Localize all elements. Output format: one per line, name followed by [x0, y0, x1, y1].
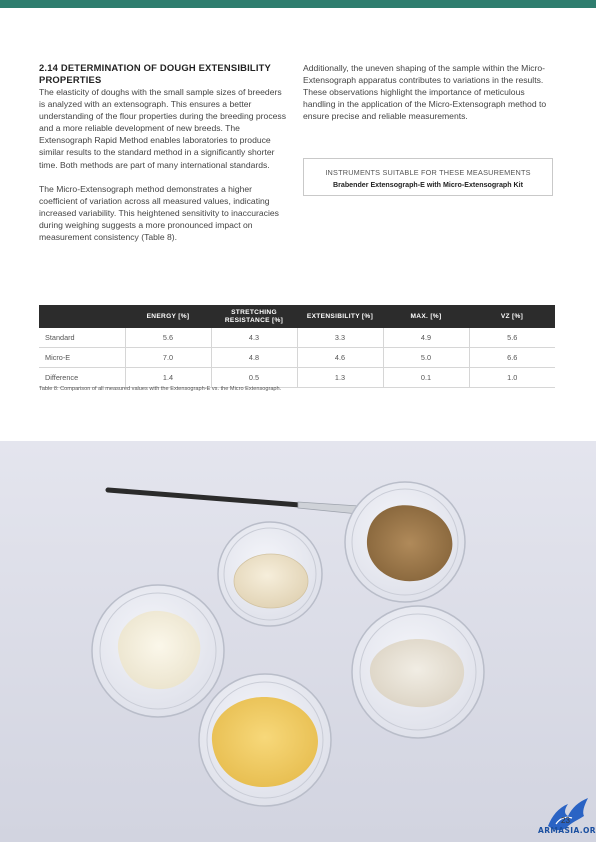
table-cell: 5.0 — [383, 347, 470, 368]
table-cell: Micro-E — [39, 347, 126, 368]
flour-samples-photo — [0, 441, 596, 842]
table-cell: 7.0 — [125, 347, 212, 368]
table-cell: 4.6 — [297, 347, 384, 368]
table-cell: Standard — [39, 328, 126, 348]
brown-flour-dish — [344, 481, 466, 603]
table-cell: 1.4 — [125, 367, 212, 388]
white-flour-dish — [91, 584, 225, 718]
instruments-item: Brabender Extensograph-E with Micro-Exte… — [333, 181, 523, 189]
table-row: Standard 5.6 4.3 3.3 4.9 5.6 — [39, 328, 555, 348]
section-title: 2.14 DETERMINATION OF DOUGH EXTENSIBILIT… — [39, 62, 271, 85]
page-number: 23 — [561, 816, 570, 825]
left-column: 2.14 DETERMINATION OF DOUGH EXTENSIBILIT… — [39, 62, 289, 243]
table-cell: 5.6 — [125, 328, 212, 348]
instruments-box: INSTRUMENTS SUITABLE FOR THESE MEASUREME… — [303, 158, 553, 196]
table-row: Difference 1.4 0.5 1.3 0.1 1.0 — [39, 367, 555, 388]
instruments-title: INSTRUMENTS SUITABLE FOR THESE MEASUREME… — [325, 168, 531, 177]
comparison-table: ENERGY [%] STRETCHING RESISTANCE [%] EXT… — [39, 305, 555, 388]
paragraph-1: The elasticity of doughs with the small … — [39, 87, 286, 170]
top-accent-bar — [0, 0, 596, 8]
table-header-cell: MAX. [%] — [383, 305, 469, 328]
table-cell: 1.3 — [297, 367, 384, 388]
watermark-text: ARMASIA.ORG — [538, 826, 596, 835]
table-cell: 1.0 — [469, 367, 555, 388]
table-cell: 0.1 — [383, 367, 470, 388]
table-cell: 3.3 — [297, 328, 384, 348]
table-cell: 5.6 — [469, 328, 555, 348]
table-cell: 4.9 — [383, 328, 470, 348]
table-cell: Difference — [39, 367, 126, 388]
paragraph-2: The Micro-Extensograph method demonstrat… — [39, 183, 279, 243]
table-row: Micro-E 7.0 4.8 4.6 5.0 6.6 — [39, 347, 555, 368]
table-header-row: ENERGY [%] STRETCHING RESISTANCE [%] EXT… — [39, 305, 555, 328]
dough-dish — [217, 521, 323, 627]
right-column: Additionally, the uneven shaping of the … — [303, 62, 555, 122]
table-cell: 0.5 — [211, 367, 298, 388]
table-cell: 6.6 — [469, 347, 555, 368]
table-header-cell: VZ [%] — [469, 305, 555, 328]
grey-flour-dish — [351, 605, 485, 739]
table-header-cell: STRETCHING RESISTANCE [%] — [211, 305, 297, 328]
table-header-cell — [39, 305, 125, 328]
table-header-cell: EXTENSIBILITY [%] — [297, 305, 383, 328]
table-caption: Table 8: Comparison of all measured valu… — [39, 386, 282, 392]
paragraph-3: Additionally, the uneven shaping of the … — [303, 63, 547, 122]
table-header-cell: ENERGY [%] — [125, 305, 211, 328]
table-cell: 4.8 — [211, 347, 298, 368]
table-cell: 4.3 — [211, 328, 298, 348]
yellow-flour-dish — [198, 673, 332, 807]
